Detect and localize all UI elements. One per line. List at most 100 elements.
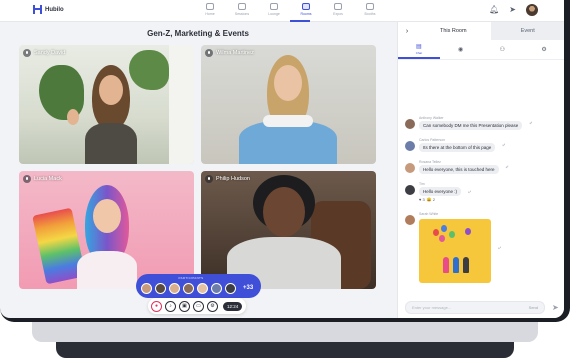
background-pillar	[169, 45, 194, 164]
tile-name-tag: Philip Hudson	[205, 175, 250, 183]
chat-message: Sarah White ⤶	[405, 212, 501, 283]
app-logo[interactable]: Hubilo	[33, 5, 64, 14]
participant-name: Sandy David	[34, 50, 66, 56]
avatar	[405, 215, 415, 225]
reaction[interactable]: 😀 2	[427, 197, 435, 202]
more-participants-count[interactable]: +33	[243, 285, 253, 291]
message-text: Can somebody DM me this Presentation ple…	[419, 121, 523, 130]
side-panel: › This Room Event ▤ Chat ◉ ⚇ ⚙ Anthony W…	[397, 22, 564, 318]
person-figure	[443, 257, 449, 273]
eye-icon: ◉	[458, 47, 464, 53]
room-title: Gen-Z, Marketing & Events	[147, 29, 249, 38]
nav-label: Expos	[333, 12, 343, 16]
avatar[interactable]	[197, 283, 208, 294]
tab-event[interactable]: Event	[490, 22, 564, 40]
avatar[interactable]	[183, 283, 194, 294]
camera-icon[interactable]: ▣	[179, 300, 190, 312]
screen-share-icon[interactable]: ▭	[193, 300, 204, 312]
chat-message: Rosana Tellez Hello everyone, this is to…	[405, 160, 508, 174]
avatar[interactable]	[155, 283, 166, 294]
tab-this-room[interactable]: This Room	[416, 22, 491, 40]
nav-lounge[interactable]: Lounge	[258, 3, 290, 16]
message-text: Its there at the bottom of this page	[419, 143, 496, 152]
booth-icon	[366, 3, 374, 10]
chat-icon: ▤	[416, 43, 422, 50]
send-icon[interactable]: ➤	[552, 303, 559, 312]
avatar[interactable]	[225, 283, 236, 294]
participants-bar[interactable]: PARTICIPANTS +33	[136, 274, 261, 298]
nav-expos[interactable]: Expos	[322, 3, 354, 16]
person-face	[274, 65, 302, 101]
send-icon[interactable]: ➤	[509, 5, 516, 15]
people-icon: ⚇	[499, 47, 506, 53]
lounge-icon	[270, 3, 278, 10]
mic-icon	[205, 175, 213, 183]
video-tile[interactable]: Wilma Martinez	[201, 45, 376, 164]
reply-icon[interactable]: ⤶	[498, 245, 501, 251]
nav-rooms[interactable]: Rooms	[290, 3, 322, 16]
balloon	[439, 235, 445, 242]
app-name: Hubilo	[45, 6, 64, 13]
chat-message: Carlos Patterson Its there at the bottom…	[405, 138, 505, 152]
call-controls: ● ♪ ▣ ▭ ⚙ 12:24	[148, 298, 246, 314]
call-timer: 12:24	[223, 301, 243, 311]
nav-booths[interactable]: Booths	[354, 3, 386, 16]
reply-icon[interactable]: ⤶	[468, 189, 471, 195]
tab-viewers[interactable]: ◉	[440, 40, 482, 59]
participant-name: Wilma Martinez	[216, 50, 254, 56]
balloon	[433, 229, 439, 236]
settings-icon[interactable]: ⚙	[207, 300, 218, 312]
participant-name: Lucia Mack	[34, 176, 62, 182]
mic-icon	[23, 175, 31, 183]
device-frame: Hubilo Home Sessions Lounge Rooms Expos …	[0, 0, 570, 322]
avatar[interactable]	[211, 283, 222, 294]
message-text: Hello everyone, this is touched here	[419, 165, 499, 174]
background-plant	[129, 50, 169, 90]
message-author: Sarah White	[419, 212, 439, 216]
tab-settings[interactable]: ⚙	[523, 40, 564, 59]
person-face	[93, 199, 121, 233]
nav-sessions[interactable]: Sessions	[226, 3, 258, 16]
tile-name-tag: Lucia Mack	[23, 175, 62, 183]
participant-avatars	[141, 283, 236, 294]
nav-label: Sessions	[234, 12, 250, 16]
balloon	[441, 225, 447, 232]
video-tile[interactable]: Philip Hudson	[201, 171, 376, 289]
avatar[interactable]	[141, 283, 152, 294]
reply-icon[interactable]: ⤶	[502, 142, 505, 148]
person-body	[77, 251, 137, 289]
tile-name-tag: Wilma Martinez	[205, 49, 254, 57]
tab-chat[interactable]: ▤ Chat	[398, 40, 440, 59]
active-nav-indicator	[290, 20, 310, 22]
video-tile[interactable]: Sandy David	[19, 45, 194, 164]
person-face	[263, 187, 305, 237]
person-figure	[463, 257, 469, 273]
balloon	[465, 228, 471, 235]
collapse-panel-button[interactable]: ›	[398, 22, 416, 40]
avatar[interactable]	[169, 283, 180, 294]
video-tile[interactable]: Lucia Mack	[19, 171, 194, 289]
mic-icon[interactable]: ♪	[165, 300, 176, 312]
reaction[interactable]: ♥ 3	[419, 197, 425, 202]
tile-name-tag: Sandy David	[23, 49, 65, 57]
avatar	[405, 119, 415, 129]
send-button-label[interactable]: Send	[529, 305, 538, 310]
reply-icon[interactable]: ⤶	[506, 164, 509, 170]
panel-tabs: › This Room Event	[398, 22, 564, 40]
nav-home[interactable]: Home	[194, 3, 226, 16]
reply-icon[interactable]: ⤶	[529, 120, 532, 126]
bell-icon[interactable]: 🔔︎	[489, 5, 499, 15]
participant-name: Philip Hudson	[216, 176, 250, 182]
person-figure	[453, 257, 459, 273]
person-hand	[67, 109, 79, 125]
chat-message: Anthony Walker Can somebody DM me this P…	[405, 116, 532, 130]
record-icon[interactable]: ●	[151, 300, 162, 312]
composer-placeholder: Enter your message...	[412, 305, 452, 310]
person-body	[239, 121, 337, 164]
user-avatar[interactable]	[526, 4, 538, 16]
tab-people[interactable]: ⚇	[482, 40, 524, 59]
shared-photo[interactable]	[419, 219, 491, 283]
chat-composer[interactable]: Enter your message... Send	[405, 301, 545, 314]
avatar	[405, 185, 415, 195]
video-icon	[238, 3, 246, 10]
